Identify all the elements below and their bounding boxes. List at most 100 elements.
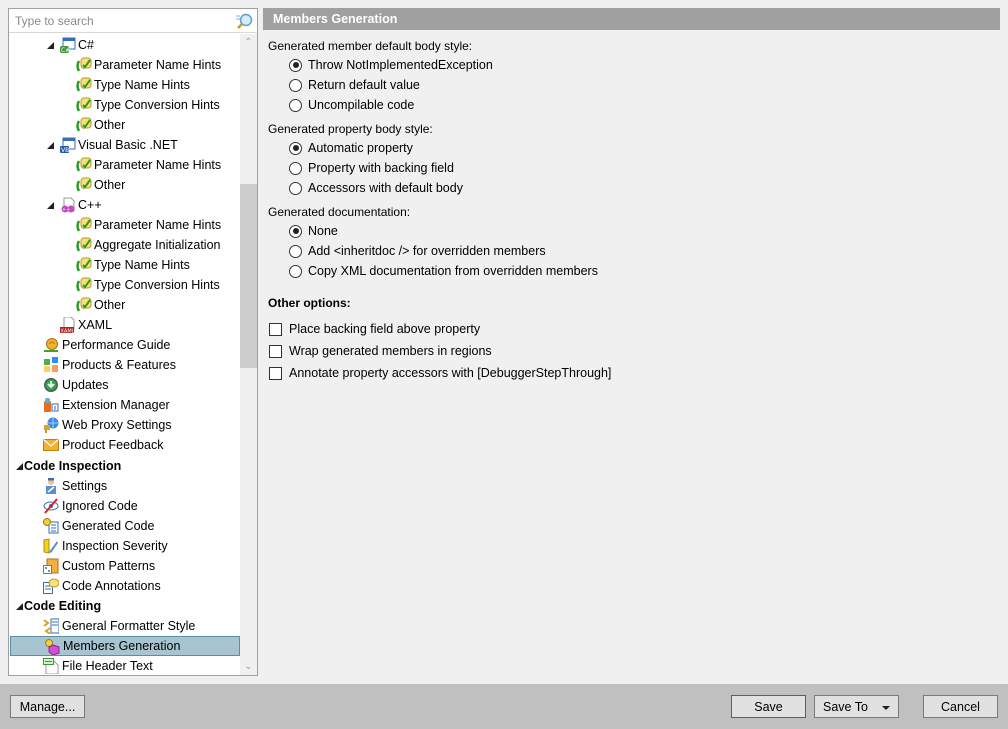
expand-collapse-icon[interactable] (47, 202, 54, 209)
tree-item-product-feedback[interactable]: Product Feedback (9, 435, 240, 455)
tree-item-label: XAML (78, 318, 113, 332)
save-to-label: Save To (823, 699, 868, 714)
tree-item-type-name-hints[interactable]: Type Name Hints (9, 75, 240, 95)
expand-collapse-icon[interactable] (16, 463, 23, 470)
radio-button[interactable] (289, 141, 302, 155)
tree-item-c#[interactable]: C# C# (9, 35, 240, 55)
save-to-button[interactable]: Save To (814, 695, 899, 718)
checkbox-backing-field-above[interactable]: Place backing field above property (269, 322, 480, 336)
tree-scrollbar[interactable]: ⌃ ⌄ (240, 34, 257, 675)
tree-item-other[interactable]: Other (9, 115, 240, 135)
inlay-hint-icon (76, 177, 92, 192)
tree-item-parameter-name-hints[interactable]: Parameter Name Hints (9, 55, 240, 75)
tree-item-file-header-text[interactable]: File Header Text (9, 656, 240, 675)
search-box (9, 9, 257, 33)
tree-item-members-generation[interactable]: Members Generation (10, 636, 240, 656)
checkbox-debugger-step-through[interactable]: Annotate property accessors with [Debugg… (269, 366, 611, 380)
tree-item-code-editing[interactable]: Code Editing (9, 596, 240, 616)
tree-item-other[interactable]: Other (9, 175, 240, 195)
radio-button[interactable] (289, 78, 302, 92)
tree-item-parameter-name-hints[interactable]: Parameter Name Hints (9, 215, 240, 235)
body-style-label: Generated member default body style: (268, 39, 473, 53)
radio-label: Add <inheritdoc /> for overridden member… (308, 244, 546, 258)
radio-button[interactable] (289, 244, 302, 258)
tree-item-updates[interactable]: Updates (9, 375, 240, 395)
radio-throw-not-implemented[interactable]: Throw NotImplementedException (289, 58, 493, 72)
svg-text:VB: VB (61, 147, 69, 153)
tree-item-parameter-name-hints[interactable]: Parameter Name Hints (9, 155, 240, 175)
radio-button[interactable] (289, 161, 302, 175)
settings-tree-panel: C#C#Parameter Name HintsType Name HintsT… (8, 8, 258, 676)
radio-doc-none[interactable]: None (289, 224, 338, 238)
radio-button[interactable] (289, 58, 302, 72)
scroll-down-arrow-icon[interactable]: ⌄ (240, 658, 257, 675)
property-style-label: Generated property body style: (268, 122, 433, 136)
radio-automatic-property[interactable]: Automatic property (289, 141, 413, 155)
radio-accessors-default[interactable]: Accessors with default body (289, 181, 463, 195)
save-button[interactable]: Save (731, 695, 806, 718)
tree-item-label: Aggregate Initialization (94, 238, 221, 252)
tree-item-type-conversion-hints[interactable]: Type Conversion Hints (9, 275, 240, 295)
tree-item-web-proxy-settings[interactable]: Web Proxy Settings (9, 415, 240, 435)
checkbox[interactable] (269, 344, 282, 358)
svg-text:+ +: + + (63, 207, 70, 213)
cancel-button[interactable]: Cancel (923, 695, 998, 718)
svg-text:XAML: XAML (61, 329, 75, 334)
manage-button[interactable]: Manage... (10, 695, 85, 718)
inlay-hint-icon (76, 297, 92, 312)
expand-collapse-icon[interactable] (47, 42, 54, 49)
dialog-button-bar: Manage... Save Save To Cancel (0, 684, 1008, 729)
tree-item-inspection-severity[interactable]: Inspection Severity (9, 536, 240, 556)
tree-item-label: C++ (78, 198, 102, 212)
checkbox[interactable] (269, 322, 282, 336)
inlay-hint-icon (76, 277, 92, 292)
scroll-thumb[interactable] (240, 184, 257, 368)
radio-backing-field[interactable]: Property with backing field (289, 161, 454, 175)
tree-item-label: Members Generation (63, 639, 181, 653)
tree-item-aggregate-initialization[interactable]: Aggregate Initialization (9, 235, 240, 255)
tree-item-label: Code Editing (24, 599, 102, 613)
tree-item-type-name-hints[interactable]: Type Name Hints (9, 255, 240, 275)
proxy-icon (44, 417, 59, 433)
radio-button[interactable] (289, 264, 302, 278)
tree-item-label: Other (94, 178, 126, 192)
checkbox[interactable] (269, 366, 282, 380)
tree-item-visual-basic-net[interactable]: VB Visual Basic .NET (9, 135, 240, 155)
tree-item-label: Products & Features (62, 358, 176, 372)
radio-return-default[interactable]: Return default value (289, 78, 420, 92)
expand-collapse-icon[interactable] (47, 142, 54, 149)
tree-item-label: Visual Basic .NET (78, 138, 178, 152)
dropdown-caret-icon[interactable] (881, 705, 890, 710)
settings-tree: C# C# Parameter Name Hints Type Name Hints T… (9, 34, 240, 675)
scroll-up-arrow-icon[interactable]: ⌃ (240, 34, 257, 51)
radio-doc-inheritdoc[interactable]: Add <inheritdoc /> for overridden member… (289, 244, 546, 258)
radio-doc-copy-xml[interactable]: Copy XML documentation from overridden m… (289, 264, 598, 278)
radio-button[interactable] (289, 181, 302, 195)
radio-label: Return default value (308, 78, 420, 92)
tree-item-label: Type Conversion Hints (94, 278, 220, 292)
tree-item-products-features[interactable]: Products & Features (9, 355, 240, 375)
tree-item-ignored-code[interactable]: Ignored Code (9, 496, 240, 516)
tree-item-extension-manager[interactable]: Extension Manager (9, 395, 240, 415)
tree-item-generated-code[interactable]: Generated Code (9, 516, 240, 536)
radio-button[interactable] (289, 224, 302, 238)
tree-item-code-inspection[interactable]: Code Inspection (9, 456, 240, 476)
inlay-hint-icon (76, 97, 92, 112)
tree-item-c++[interactable]: + + C++ (9, 195, 240, 215)
expand-collapse-icon[interactable] (16, 603, 23, 610)
radio-button[interactable] (289, 98, 302, 112)
annotations-icon (43, 578, 59, 594)
radio-uncompilable[interactable]: Uncompilable code (289, 98, 414, 112)
tree-item-settings[interactable]: Settings (9, 476, 240, 496)
search-icon[interactable] (235, 12, 253, 30)
tree-item-type-conversion-hints[interactable]: Type Conversion Hints (9, 95, 240, 115)
tree-item-custom-patterns[interactable]: Custom Patterns (9, 556, 240, 576)
checkbox-wrap-regions[interactable]: Wrap generated members in regions (269, 344, 492, 358)
tree-item-label: Product Feedback (62, 438, 164, 452)
search-input[interactable] (11, 11, 231, 31)
tree-item-xaml[interactable]: XAML XAML (9, 315, 240, 335)
tree-item-general-formatter-style[interactable]: General Formatter Style (9, 616, 240, 636)
tree-item-other[interactable]: Other (9, 295, 240, 315)
tree-item-performance-guide[interactable]: Performance Guide (9, 335, 240, 355)
tree-item-code-annotations[interactable]: Code Annotations (9, 576, 240, 596)
